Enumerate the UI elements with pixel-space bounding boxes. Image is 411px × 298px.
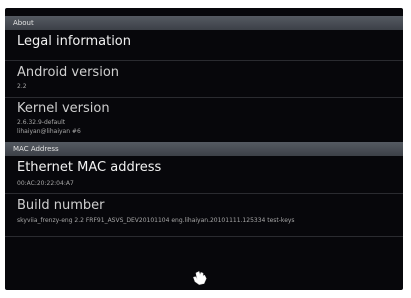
- hand-pointer-icon: [193, 271, 207, 285]
- pref-title: Build number: [17, 198, 105, 213]
- pref-title: Android version: [17, 65, 120, 80]
- pref-summary: 00:AC:20:22:04:A7: [17, 180, 74, 187]
- pref-legal-information[interactable]: Legal information: [17, 34, 397, 50]
- section-header-mac-address: MAC Address: [5, 142, 403, 156]
- pref-ethernet-mac-address[interactable]: Ethernet MAC address 00:AC:20:22:04:A7: [17, 160, 397, 188]
- pref-kernel-version[interactable]: Kernel version 2.6.32.9-default lihaiyan…: [17, 101, 397, 136]
- section-header-about: About: [5, 16, 403, 30]
- divider: [5, 97, 403, 98]
- pref-summary: skyviia_frenzy-eng 2.2 FRF91_ASVS_DEV201…: [17, 217, 295, 224]
- divider: [5, 60, 403, 61]
- pref-android-version[interactable]: Android version 2.2: [17, 65, 397, 91]
- pref-summary: 2.2: [17, 83, 27, 90]
- pref-summary-line1: 2.6.32.9-default: [17, 119, 66, 126]
- pref-summary-line2: lihaiyan@lihaiyan #6: [17, 128, 81, 135]
- pref-title: Legal information: [17, 34, 132, 49]
- pref-title: Ethernet MAC address: [17, 160, 162, 175]
- pref-title: Kernel version: [17, 101, 110, 116]
- settings-screen: About Legal information Android version …: [5, 8, 403, 290]
- divider: [5, 236, 403, 237]
- pref-build-number[interactable]: Build number skyviia_frenzy-eng 2.2 FRF9…: [17, 198, 397, 225]
- divider: [5, 193, 403, 194]
